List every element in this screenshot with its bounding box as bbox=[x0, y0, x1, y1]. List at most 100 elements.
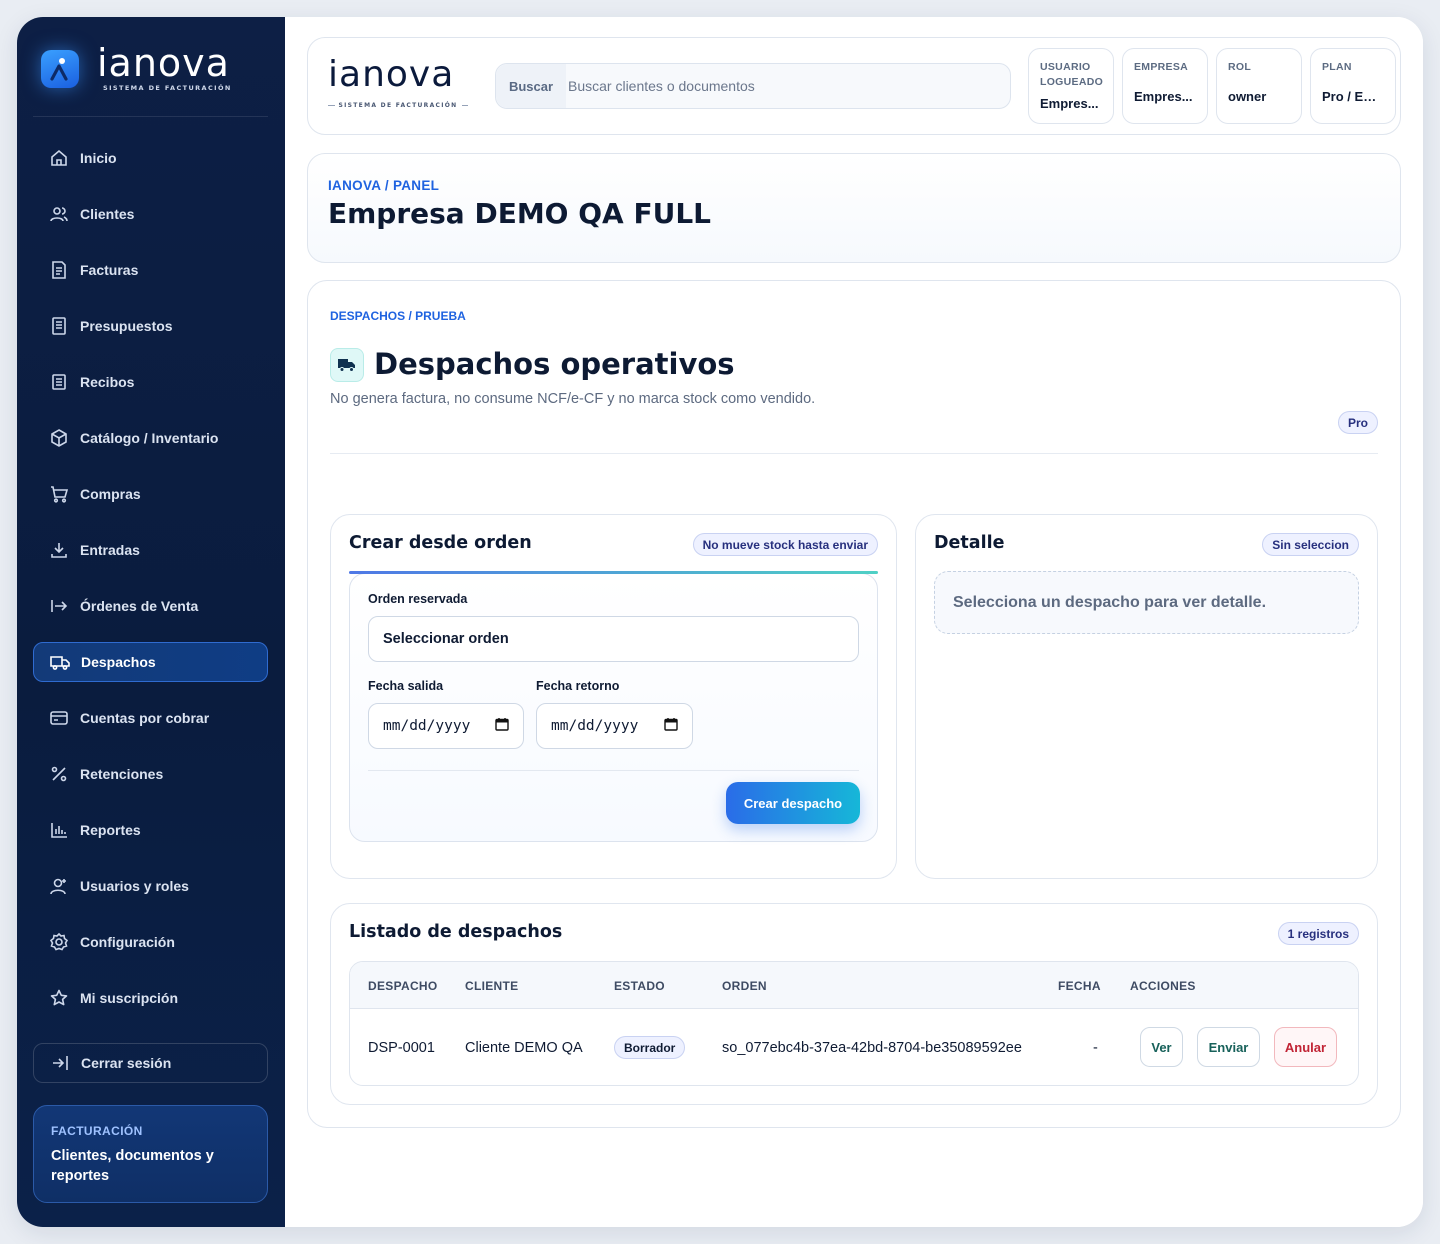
receipt-icon bbox=[49, 372, 69, 392]
calendar-icon[interactable] bbox=[664, 717, 678, 735]
column-fecha[interactable]: FECHA bbox=[1058, 979, 1101, 993]
logout-button[interactable]: Cerrar sesión bbox=[33, 1043, 268, 1083]
sidebar-item-label: Facturas bbox=[80, 262, 139, 278]
status-badge: Borrador bbox=[614, 1036, 686, 1059]
sidebar-item-configuracion[interactable]: Configuración bbox=[33, 922, 268, 962]
column-estado[interactable]: ESTADO bbox=[614, 979, 665, 993]
return-date-input[interactable]: mm/dd/yyyy bbox=[536, 703, 693, 749]
brand-logo[interactable]: ianova SISTEMA DE FACTURACIÓN bbox=[41, 41, 261, 117]
download-icon bbox=[49, 540, 69, 560]
chip-usuario[interactable]: USUARIO LOGUEADO Empres... bbox=[1028, 48, 1114, 124]
sidebar-item-label: Entradas bbox=[80, 542, 140, 558]
sidebar-item-label: Inicio bbox=[80, 150, 117, 166]
user-icon bbox=[49, 876, 69, 896]
sidebar-item-presupuestos[interactable]: Presupuestos bbox=[33, 306, 268, 346]
sidebar-item-clientes[interactable]: Clientes bbox=[33, 194, 268, 234]
cart-icon bbox=[49, 484, 69, 504]
promo-kicker: FACTURACIÓN bbox=[51, 1124, 143, 1138]
chip-key: ROL bbox=[1228, 61, 1252, 73]
company-title: Empresa DEMO QA FULL bbox=[328, 197, 712, 230]
table-row[interactable]: DSP-0001 Cliente DEMO QA Borrador so_077… bbox=[350, 1010, 1358, 1085]
departure-date-input[interactable]: mm/dd/yyyy bbox=[368, 703, 524, 749]
invoice-icon bbox=[49, 260, 69, 280]
create-dispatch-button[interactable]: Crear despacho bbox=[726, 782, 860, 824]
chip-value: Pro / Em... bbox=[1322, 89, 1384, 104]
column-acciones: ACCIONES bbox=[1130, 979, 1196, 993]
sidebar-item-recibos[interactable]: Recibos bbox=[33, 362, 268, 402]
create-panel-title: Crear desde orden bbox=[349, 533, 532, 553]
departure-label: Fecha salida bbox=[368, 679, 444, 693]
order-select[interactable]: Seleccionar orden bbox=[368, 616, 859, 662]
date-placeholder: mm/dd/yyyy bbox=[551, 718, 639, 734]
sidebar-item-ordenes[interactable]: Órdenes de Venta bbox=[33, 586, 268, 626]
topbar-logo-word: ianova bbox=[328, 54, 455, 95]
chip-value: Empres... bbox=[1134, 89, 1193, 104]
topbar-logo[interactable]: ianova SISTEMA DE FACTURACIÓN bbox=[328, 54, 469, 110]
search-input[interactable] bbox=[566, 78, 1010, 94]
sidebar-item-label: Configuración bbox=[80, 934, 175, 950]
sidebar-item-facturas[interactable]: Facturas bbox=[33, 250, 268, 290]
sidebar-nav: Inicio Clientes Facturas Presupuestos Re… bbox=[33, 138, 268, 1034]
sidebar-item-despachos[interactable]: Despachos bbox=[33, 642, 268, 682]
records-count-badge: 1 registros bbox=[1277, 922, 1359, 945]
sidebar-item-compras[interactable]: Compras bbox=[33, 474, 268, 514]
void-button[interactable]: Anular bbox=[1274, 1027, 1337, 1067]
cell-order: so_077ebc4b-37ea-42bd-8704-be35089592ee bbox=[722, 1040, 1022, 1056]
sidebar-item-label: Clientes bbox=[80, 206, 135, 222]
chip-value: Empres... bbox=[1040, 96, 1099, 111]
send-button[interactable]: Enviar bbox=[1197, 1027, 1260, 1067]
sidebar-item-label: Mi suscripción bbox=[80, 990, 179, 1006]
chip-plan[interactable]: PLAN Pro / Em... bbox=[1310, 48, 1396, 124]
create-panel: Crear desde orden No mueve stock hasta e… bbox=[330, 514, 897, 879]
logo-mark-icon bbox=[41, 50, 79, 88]
dispatch-table: DESPACHO CLIENTE ESTADO ORDEN FECHA ACCI… bbox=[349, 961, 1359, 1086]
sidebar: ianova SISTEMA DE FACTURACIÓN Inicio Cli… bbox=[17, 17, 285, 1227]
box-icon bbox=[49, 428, 69, 448]
dispatch-list-panel: Listado de despachos 1 registros DESPACH… bbox=[330, 903, 1378, 1105]
gear-icon bbox=[49, 932, 69, 952]
logout-label: Cerrar sesión bbox=[81, 1055, 172, 1071]
star-icon bbox=[49, 988, 69, 1008]
sidebar-item-label: Despachos bbox=[81, 654, 156, 670]
sidebar-item-inicio[interactable]: Inicio bbox=[33, 138, 268, 178]
brand-word: ianova bbox=[97, 41, 230, 85]
cell-dispatch-id: DSP-0001 bbox=[368, 1040, 435, 1056]
brand-tagline: SISTEMA DE FACTURACIÓN bbox=[103, 84, 232, 92]
sidebar-item-catalogo[interactable]: Catálogo / Inventario bbox=[33, 418, 268, 458]
users-icon bbox=[49, 204, 69, 224]
detail-empty-state: Selecciona un despacho para ver detalle. bbox=[934, 571, 1359, 634]
section-divider bbox=[330, 453, 1378, 454]
sidebar-item-reportes[interactable]: Reportes bbox=[33, 810, 268, 850]
column-orden[interactable]: ORDEN bbox=[722, 979, 767, 993]
calendar-icon[interactable] bbox=[495, 717, 509, 735]
sidebar-item-entradas[interactable]: Entradas bbox=[33, 530, 268, 570]
form-divider bbox=[368, 770, 859, 771]
chip-rol[interactable]: ROL owner bbox=[1216, 48, 1302, 124]
promo-card: FACTURACIÓN Clientes, documentos y repor… bbox=[33, 1105, 268, 1203]
top-bar: ianova SISTEMA DE FACTURACIÓN Buscar USU… bbox=[307, 37, 1401, 135]
dispatch-section: DESPACHOS / PRUEBA Despachos operativos … bbox=[307, 280, 1401, 1128]
home-icon bbox=[49, 148, 69, 168]
sidebar-item-label: Usuarios y roles bbox=[80, 878, 189, 894]
stock-badge: No mueve stock hasta enviar bbox=[692, 533, 878, 556]
sidebar-divider bbox=[33, 116, 268, 117]
sidebar-item-label: Recibos bbox=[80, 374, 135, 390]
sidebar-item-label: Reportes bbox=[80, 822, 141, 838]
search-label: Buscar bbox=[496, 64, 566, 108]
chip-empresa[interactable]: EMPRESA Empres... bbox=[1122, 48, 1208, 124]
percent-icon bbox=[49, 764, 69, 784]
order-select-value: Seleccionar orden bbox=[383, 631, 509, 647]
view-button[interactable]: Ver bbox=[1140, 1027, 1183, 1067]
column-cliente[interactable]: CLIENTE bbox=[465, 979, 518, 993]
quote-icon bbox=[49, 316, 69, 336]
sidebar-item-suscripcion[interactable]: Mi suscripción bbox=[33, 978, 268, 1018]
app-window: ianova SISTEMA DE FACTURACIÓN Inicio Cli… bbox=[17, 17, 1423, 1227]
selection-badge: Sin seleccion bbox=[1262, 533, 1359, 556]
sidebar-item-retenciones[interactable]: Retenciones bbox=[33, 754, 268, 794]
create-form: Orden reservada Seleccionar orden Fecha … bbox=[349, 573, 878, 842]
date-placeholder: mm/dd/yyyy bbox=[383, 718, 471, 734]
sidebar-item-label: Catálogo / Inventario bbox=[80, 430, 219, 446]
column-despacho[interactable]: DESPACHO bbox=[368, 979, 438, 993]
sidebar-item-usuarios[interactable]: Usuarios y roles bbox=[33, 866, 268, 906]
sidebar-item-cuentas[interactable]: Cuentas por cobrar bbox=[33, 698, 268, 738]
